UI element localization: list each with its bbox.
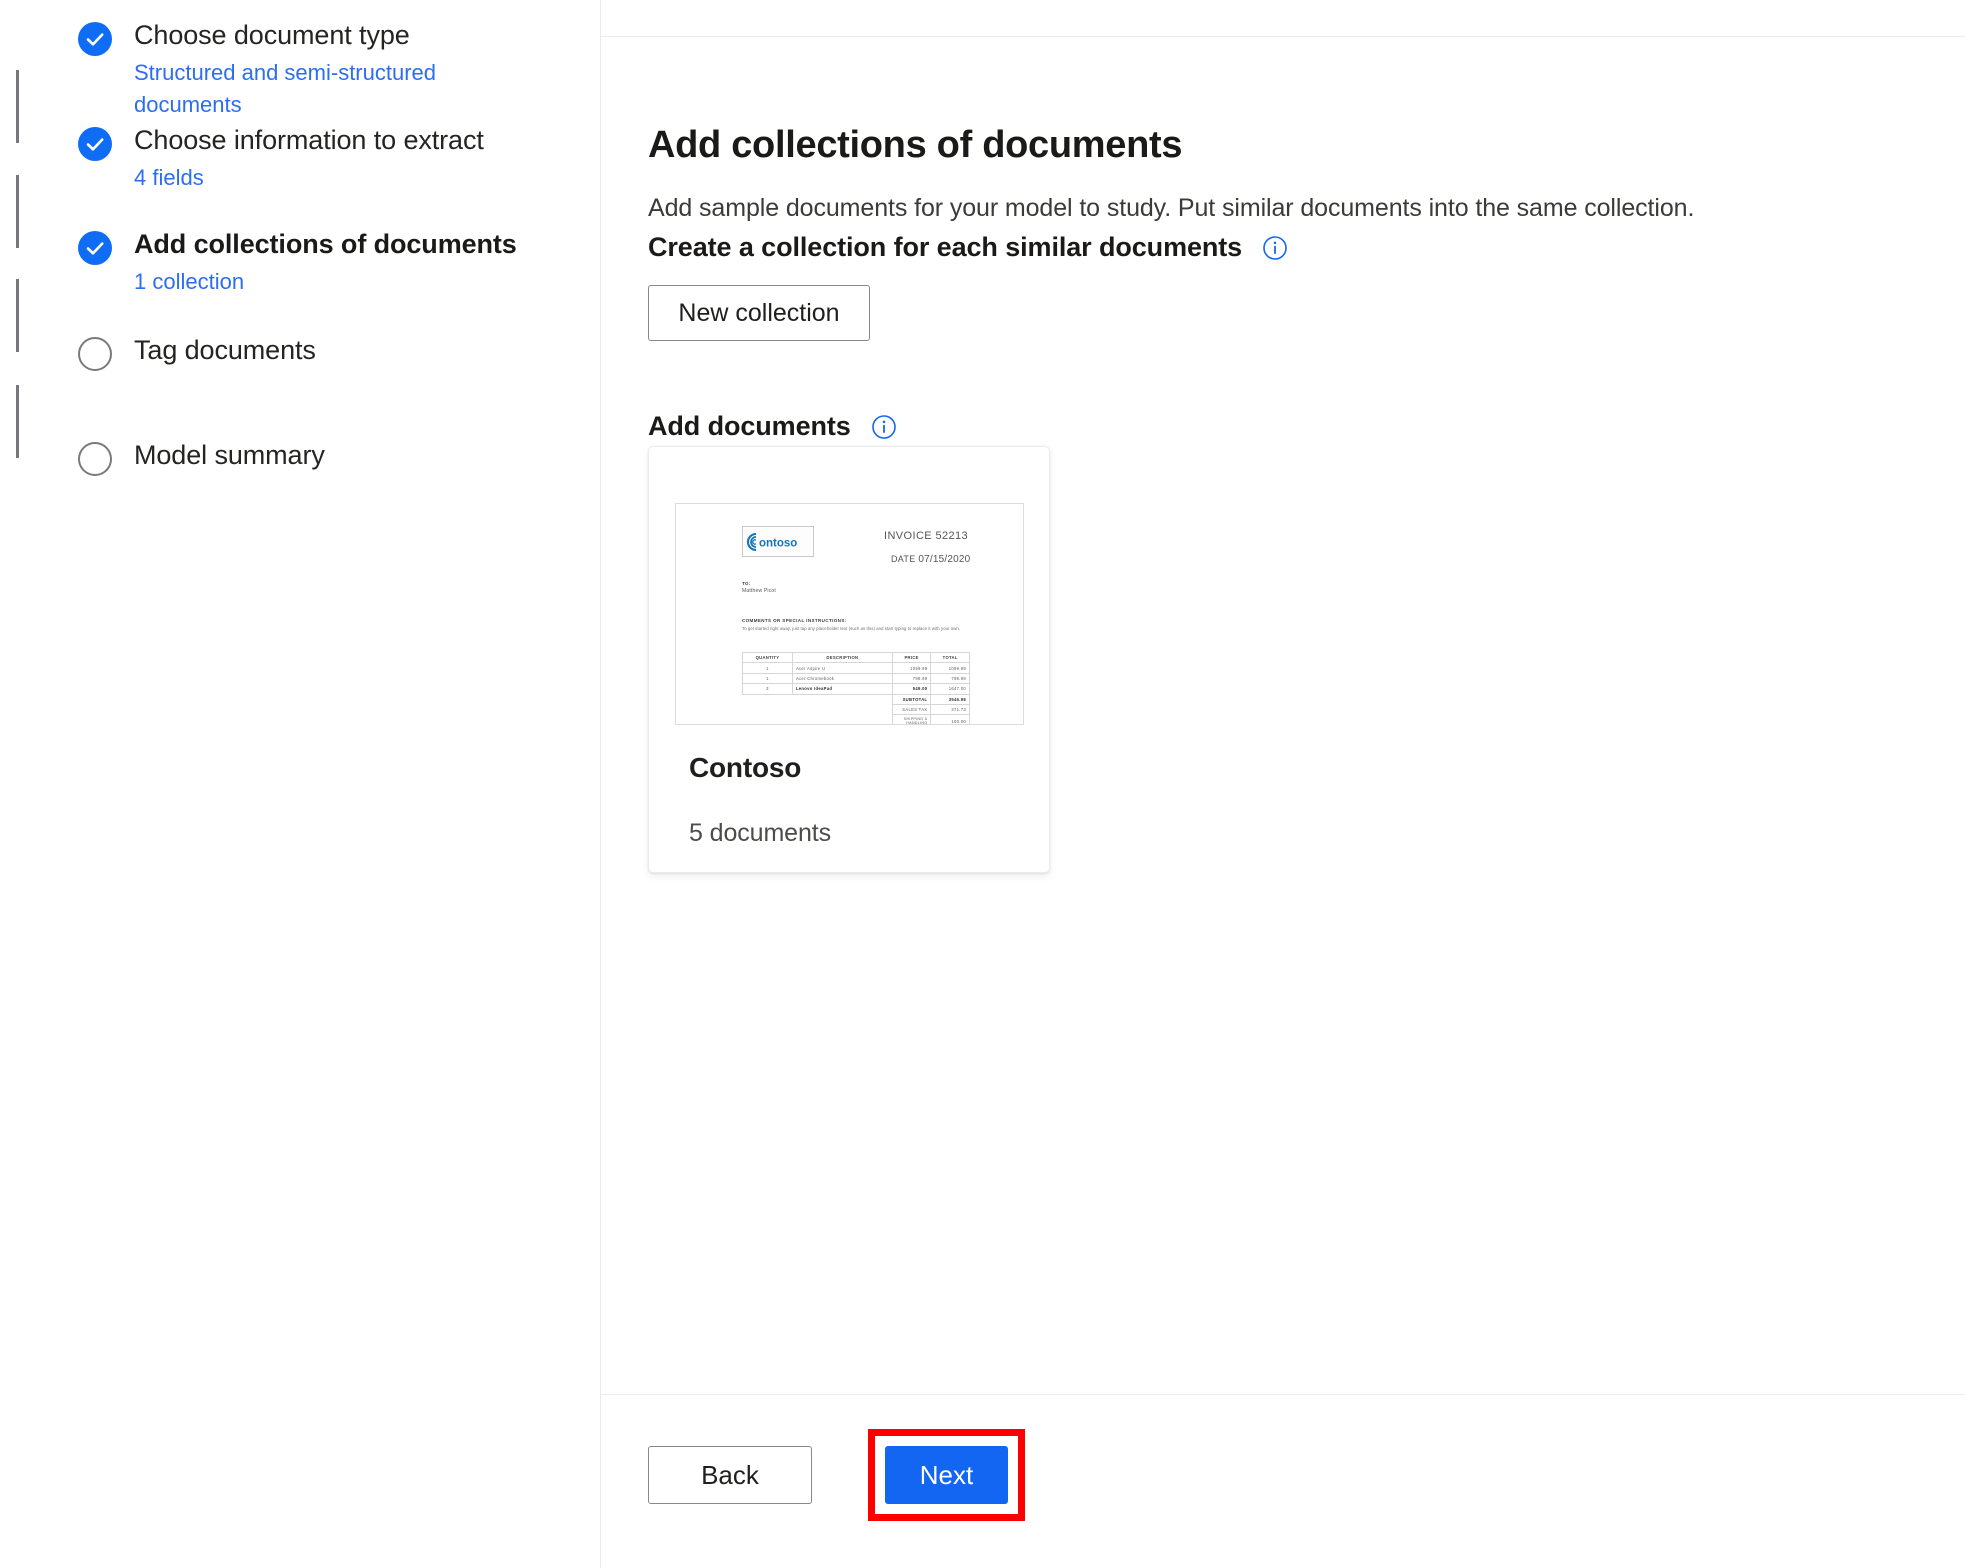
collection-card-contoso[interactable]: ontoso INVOICE 52213 DATE 07/15/2020 TO:… bbox=[648, 446, 1050, 873]
label-subtotal: SUBTOTAL bbox=[891, 693, 932, 705]
cell-price: 1099.99 bbox=[891, 662, 932, 674]
table-totals-row: SHIPPING & HANDLING 100.00 bbox=[743, 714, 970, 724]
column-header-total: TOTAL bbox=[930, 651, 970, 664]
column-header-description: DESCRIPTION bbox=[791, 651, 893, 664]
step-complete-check-icon bbox=[78, 127, 112, 161]
wizard-footer: Back Next bbox=[601, 1395, 1965, 1568]
cell-quantity: 1 bbox=[742, 672, 793, 685]
value-sales-tax: 371.73 bbox=[930, 703, 970, 716]
wizard-step-rail: Choose document type Structured and semi… bbox=[0, 0, 600, 1568]
column-header-quantity: QUANTITY bbox=[742, 651, 793, 664]
invoice-date-label: DATE bbox=[891, 554, 916, 564]
step-connector-line bbox=[16, 385, 19, 458]
cell-description: Acer Aspire U bbox=[791, 662, 893, 674]
invoice-to-value: Matthew Picot bbox=[742, 588, 777, 594]
invoice-date-value: 07/15/2020 bbox=[918, 554, 971, 565]
contoso-logo-text: ontoso bbox=[759, 537, 797, 549]
step-title: Tag documents bbox=[134, 335, 316, 365]
add-documents-label: Add documents bbox=[648, 411, 851, 441]
page-title: Add collections of documents bbox=[648, 124, 1183, 167]
create-collection-section-header: Create a collection for each similar doc… bbox=[648, 230, 1288, 264]
cell-total: 1647.00 bbox=[930, 683, 970, 695]
collection-name: Contoso bbox=[689, 752, 802, 783]
new-collection-button[interactable]: New collection bbox=[648, 285, 870, 341]
cell-quantity: 1 bbox=[742, 662, 793, 674]
cell-total: 799.99 bbox=[930, 672, 970, 685]
label-shipping-handling: SHIPPING & HANDLING bbox=[891, 714, 932, 724]
next-button[interactable]: Next bbox=[885, 1446, 1008, 1504]
step-subtitle-link[interactable]: 1 collection bbox=[134, 266, 494, 298]
main-content-panel: Add collections of documents Add sample … bbox=[601, 37, 1965, 1394]
collection-document-count: 5 documents bbox=[689, 819, 832, 847]
step-title: Add collections of documents bbox=[134, 229, 517, 259]
step-subtitle-link[interactable]: 4 fields bbox=[134, 162, 494, 194]
invoice-date: DATE 07/15/2020 bbox=[891, 554, 970, 565]
contoso-logo-icon: ontoso bbox=[742, 526, 814, 557]
step-connector-line bbox=[16, 279, 19, 352]
table-totals-row: SALES TAX 371.73 bbox=[743, 703, 970, 716]
step-complete-check-icon bbox=[78, 22, 112, 56]
table-row: 3 Lenovo IdeaPad 549.00 1647.00 bbox=[742, 683, 970, 695]
step-pending-circle-icon bbox=[78, 442, 112, 476]
invoice-comments-label: COMMENTS OR SPECIAL INSTRUCTIONS: bbox=[742, 618, 847, 623]
table-totals-row: SUBTOTAL 3546.98 bbox=[743, 693, 970, 705]
info-icon[interactable] bbox=[1262, 235, 1288, 261]
table-header-row: QUANTITY DESCRIPTION PRICE TOTAL bbox=[742, 651, 970, 664]
cell-description: Acer Chromebook bbox=[791, 672, 893, 685]
invoice-line-items-table: QUANTITY DESCRIPTION PRICE TOTAL 1 Acer … bbox=[742, 651, 970, 724]
step-complete-check-icon bbox=[78, 231, 112, 265]
value-subtotal: 3546.98 bbox=[930, 693, 970, 705]
step-title: Model summary bbox=[134, 440, 325, 470]
label-sales-tax: SALES TAX bbox=[891, 703, 932, 716]
cell-quantity: 3 bbox=[742, 683, 793, 695]
page-subtitle: Add sample documents for your model to s… bbox=[648, 194, 1695, 222]
table-row: 1 Acer Chromebook 799.99 799.99 bbox=[742, 672, 970, 685]
cell-price: 799.99 bbox=[891, 672, 932, 685]
create-collection-label: Create a collection for each similar doc… bbox=[648, 232, 1243, 262]
invoice-number: INVOICE 52213 bbox=[884, 530, 969, 542]
info-icon[interactable] bbox=[871, 414, 897, 440]
step-connector-line bbox=[16, 70, 19, 143]
cell-description: Lenovo IdeaPad bbox=[791, 683, 893, 695]
value-shipping-handling: 100.00 bbox=[930, 714, 970, 724]
invoice-comments-body: To get started right away, just tap any … bbox=[742, 626, 961, 631]
step-subtitle-link[interactable]: Structured and semi-structured documents bbox=[134, 57, 494, 121]
cell-total: 1099.99 bbox=[930, 662, 970, 674]
step-title: Choose document type bbox=[134, 20, 410, 50]
add-documents-section-header: Add documents bbox=[648, 409, 897, 443]
add-collections-wizard-page: Choose document type Structured and semi… bbox=[0, 0, 1965, 1568]
document-thumbnail: ontoso INVOICE 52213 DATE 07/15/2020 TO:… bbox=[675, 503, 1024, 725]
step-pending-circle-icon bbox=[78, 337, 112, 371]
table-row: 1 Acer Aspire U 1099.99 1099.99 bbox=[742, 662, 970, 674]
step-connector-line bbox=[16, 175, 19, 248]
step-title: Choose information to extract bbox=[134, 125, 484, 155]
cell-price: 549.00 bbox=[891, 683, 932, 695]
column-header-price: PRICE bbox=[891, 651, 932, 664]
invoice-to-label: TO: bbox=[742, 581, 751, 586]
back-button[interactable]: Back bbox=[648, 1446, 812, 1504]
